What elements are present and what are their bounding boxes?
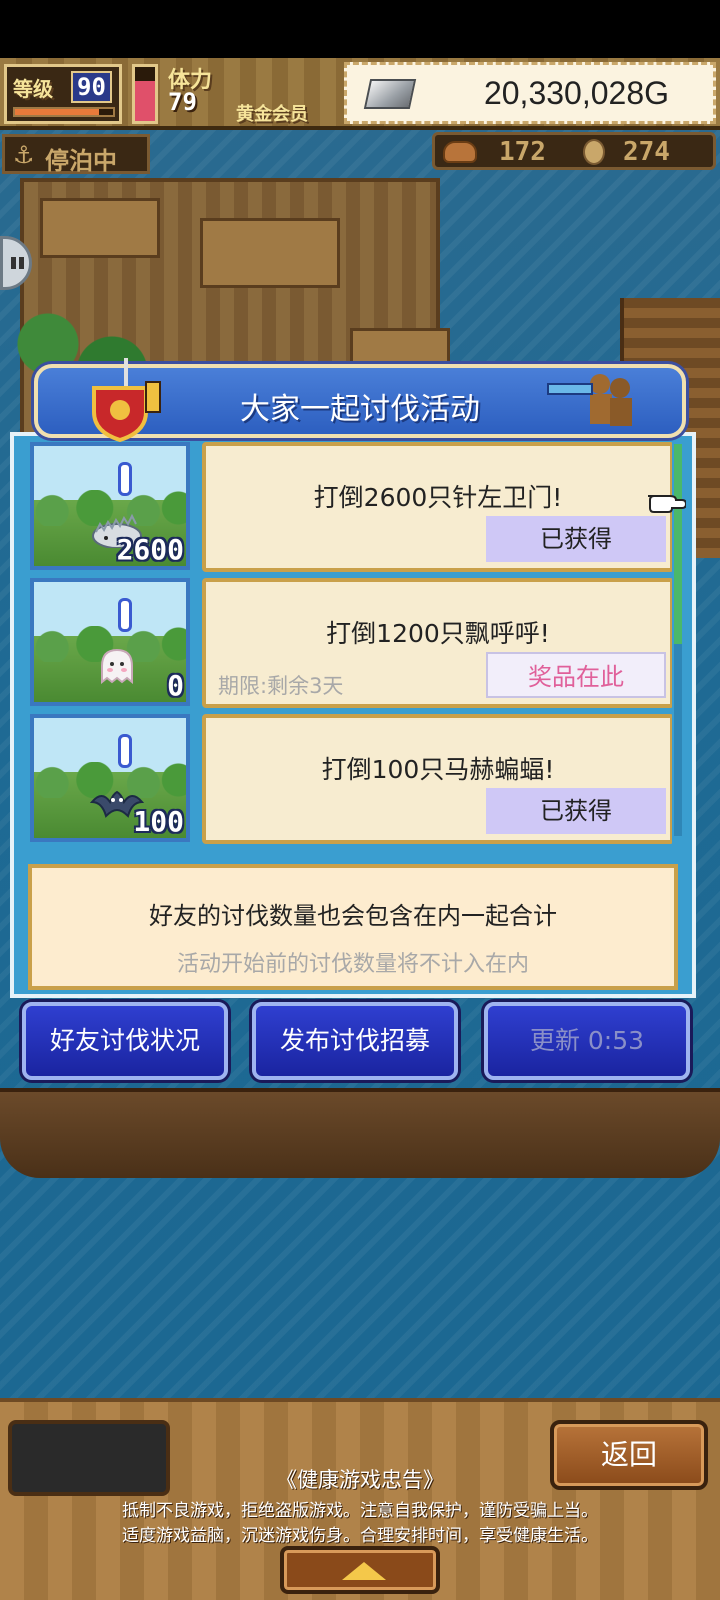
event-title: 打倒2600只针左卫门! <box>313 483 563 512</box>
medal-icon <box>583 139 605 165</box>
level-value: 90 <box>71 71 112 103</box>
claimed-button[interactable]: 已获得 <box>486 788 666 834</box>
scrollbar-thumb[interactable] <box>674 444 682 644</box>
food-count: 172 <box>499 137 546 167</box>
level-panel: 等级 90 <box>4 64 122 124</box>
health-advisory-line: 适度游戏益脑，沉迷游戏伤身。合理安排时间，享受健康生活。 <box>122 1526 598 1546</box>
exclamation-icon <box>118 462 132 496</box>
post-recruit-button[interactable]: 发布讨伐招募 <box>252 1002 458 1080</box>
event-thumbnail: 2600 <box>30 442 190 570</box>
view-prize-button[interactable]: 奖品在此 <box>486 652 666 698</box>
event-card: 打倒2600只针左卫门! 已获得 <box>202 442 672 572</box>
chevron-up-icon <box>342 1562 386 1580</box>
dock-building <box>40 198 160 258</box>
exclamation-icon <box>118 598 132 632</box>
friend-status-button[interactable]: 好友讨伐状况 <box>22 1002 228 1080</box>
event-thumbnail: 0 <box>30 578 190 706</box>
food-icon <box>443 141 477 163</box>
event-thumbnail: 100 <box>30 714 190 842</box>
medal-count: 274 <box>623 137 670 167</box>
defeat-count: 0 <box>167 669 184 702</box>
info-note-text: 活动开始前的讨伐数量将不计入在内 <box>176 952 529 977</box>
resource-counters: 172 274 <box>432 132 716 170</box>
dock-building <box>200 218 340 288</box>
event-deadline: 期限:剩余3天 <box>218 674 344 698</box>
defeat-count: 100 <box>133 805 184 838</box>
stamina-gauge <box>132 64 158 124</box>
anchor-icon: ⚓ <box>13 141 35 169</box>
pointing-hand-icon <box>648 495 686 513</box>
event-row[interactable]: 0 打倒1200只飘呼呼! 期限:剩余3天 奖品在此 <box>24 578 672 708</box>
dialog-header: 大家一起讨伐活动 <box>34 358 686 442</box>
level-progress-bar <box>13 107 115 117</box>
health-advisory-title: 《健康游戏忠告》 <box>276 1468 444 1492</box>
event-title: 打倒1200只飘呼呼! <box>326 619 550 648</box>
refresh-button[interactable]: 更新 0:53 <box>484 1002 690 1080</box>
event-list[interactable]: 2600 打倒2600只针左卫门! 已获得 0 打倒1200只飘呼呼! 期限:剩余3天 奖品… <box>24 442 672 844</box>
ship-hull <box>0 1088 720 1178</box>
event-card: 打倒1200只飘呼呼! 期限:剩余3天 奖品在此 <box>202 578 672 708</box>
scouts-telescope-icon <box>547 374 632 426</box>
stamina-value: 79 <box>168 88 197 116</box>
info-box: 好友的讨伐数量也会包含在内一起合计 活动开始前的讨伐数量将不计入在内 <box>28 864 678 990</box>
member-badge: 黄金会员 <box>236 104 308 125</box>
gold-amount: 20,330,028G <box>483 75 669 111</box>
defeat-count: 2600 <box>116 533 184 566</box>
exclamation-icon <box>118 734 132 768</box>
event-card: 打倒100只马赫蝙蝠! 已获得 <box>202 714 672 844</box>
event-title: 打倒100只马赫蝙蝠! <box>321 755 555 784</box>
top-hud: 等级 90 体力 79 黄金会员 20,330,028G <box>0 58 720 130</box>
info-main-text: 好友的讨伐数量也会包含在内一起合计 <box>149 902 557 930</box>
event-dialog: 2600 打倒2600只针左卫门! 已获得 0 打倒1200只飘呼呼! 期限:剩余3天 奖品… <box>10 432 696 998</box>
claimed-button[interactable]: 已获得 <box>486 516 666 562</box>
event-row[interactable]: 100 打倒100只马赫蝙蝠! 已获得 <box>24 714 672 844</box>
anchored-label: 停泊中 <box>45 147 117 175</box>
gold-panel: 20,330,028G <box>344 62 716 124</box>
level-label: 等级 <box>13 77 53 101</box>
level-progress-fill <box>15 109 100 115</box>
ghost-monster-icon <box>101 648 133 684</box>
anchored-status: ⚓ 停泊中 <box>2 134 150 175</box>
stamina-gauge-fill <box>135 80 155 121</box>
silver-ingot-icon <box>363 79 417 109</box>
bottom-bar: 返回 《健康游戏忠告》 抵制不良游戏，拒绝盗版游戏。注意自我保护，谨防受骗上当。… <box>0 1398 720 1600</box>
expand-menu-button[interactable] <box>280 1546 440 1594</box>
health-advisory-line: 抵制不良游戏，拒绝盗版游戏。注意自我保护，谨防受骗上当。 <box>122 1501 598 1521</box>
event-row[interactable]: 2600 打倒2600只针左卫门! 已获得 <box>24 442 672 572</box>
